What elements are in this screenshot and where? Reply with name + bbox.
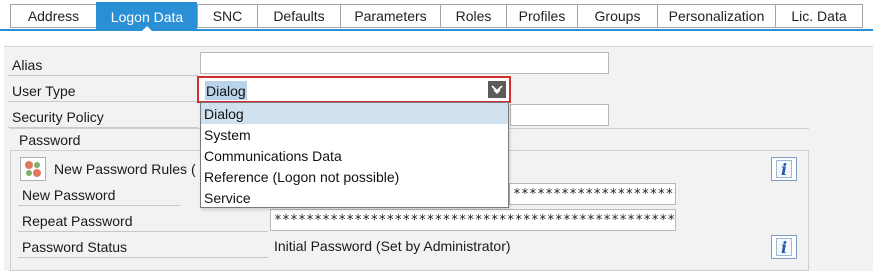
security-policy-label: Security Policy [8, 106, 198, 128]
dropdown-option-service[interactable]: Service [201, 187, 508, 208]
tab-bar: Address Logon Data SNC Defaults Paramete… [0, 0, 873, 31]
tab-lic-data[interactable]: Lic. Data [775, 4, 863, 28]
password-status-label: Password Status [18, 236, 268, 258]
user-type-select[interactable]: Dialog [197, 76, 511, 103]
password-status-value: Initial Password (Set by Administrator) [274, 238, 511, 254]
dropdown-option-communications-data[interactable]: Communications Data [201, 145, 508, 166]
password-status-info-button[interactable]: i [771, 235, 797, 259]
password-rules-info-button[interactable]: i [771, 157, 797, 181]
dropdown-option-dialog[interactable]: Dialog [201, 103, 508, 124]
chevron-down-icon [491, 85, 503, 94]
tab-snc[interactable]: SNC [197, 4, 257, 28]
tab-roles[interactable]: Roles [440, 4, 506, 28]
tab-profiles[interactable]: Profiles [506, 4, 577, 28]
new-password-rules-label: New Password Rules ( [54, 161, 196, 177]
user-type-dropdown-list: Dialog System Communications Data Refere… [200, 102, 509, 208]
dropdown-option-reference[interactable]: Reference (Logon not possible) [201, 166, 508, 187]
dropdown-toggle-button[interactable] [488, 81, 506, 98]
alias-input[interactable] [200, 52, 609, 74]
alias-label: Alias [8, 54, 198, 76]
new-password-input[interactable]: **************************** [509, 183, 676, 205]
repeat-password-label: Repeat Password [18, 210, 268, 232]
tab-address[interactable]: Address [10, 4, 96, 28]
info-icon: i [776, 238, 792, 257]
info-icon: i [776, 160, 792, 179]
new-password-rules-button[interactable] [20, 157, 46, 181]
tab-logon-data[interactable]: Logon Data [96, 2, 197, 31]
password-rules-icon [25, 161, 41, 177]
user-type-selected-value: Dialog [205, 81, 247, 100]
dropdown-option-system[interactable]: System [201, 124, 508, 145]
tab-defaults[interactable]: Defaults [257, 4, 340, 28]
security-policy-input[interactable] [510, 104, 609, 126]
repeat-password-input[interactable]: ****************************************… [270, 209, 676, 231]
new-password-label: New Password [18, 184, 180, 206]
user-type-label: User Type [8, 80, 198, 102]
tab-personalization[interactable]: Personalization [657, 4, 775, 28]
tab-parameters[interactable]: Parameters [340, 4, 440, 28]
tab-groups[interactable]: Groups [577, 4, 657, 28]
